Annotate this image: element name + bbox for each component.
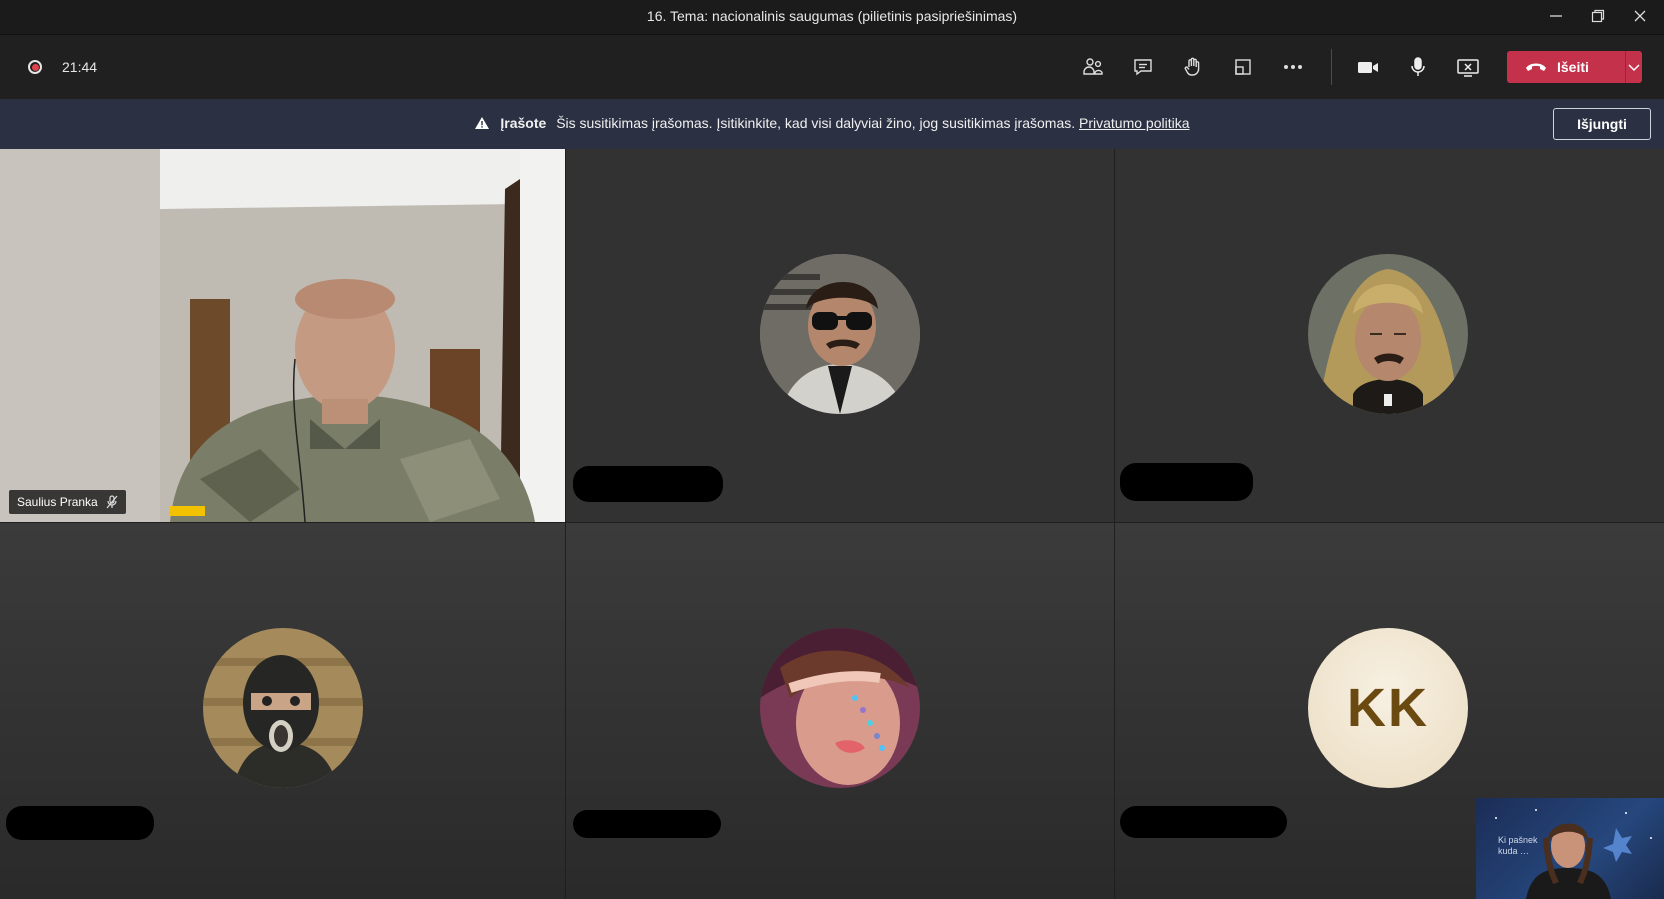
banner-title: Įrašote [500,115,547,131]
participant-tile[interactable] [566,523,1114,899]
mic-off-icon [106,495,118,509]
participant-name: Saulius Pranka [17,495,98,509]
share-icon [1457,59,1479,77]
close-icon [1634,10,1646,22]
warning-icon [475,117,490,129]
participant-name-redacted [1120,806,1287,838]
hang-up-icon [1526,63,1546,71]
participant-name-redacted [6,806,154,840]
participant-tile[interactable] [566,149,1114,522]
recording-icon [28,60,42,74]
participant-name-redacted [573,810,721,838]
more-icon [1284,65,1302,69]
leave-main[interactable]: Išeiti [1507,59,1625,75]
svg-text:kuda …: kuda … [1498,846,1529,856]
raise-hand-button[interactable] [1175,51,1211,83]
participant-name-redacted [573,466,723,502]
camera-button[interactable] [1350,51,1386,83]
share-screen-button[interactable] [1450,51,1486,83]
people-icon [1083,58,1103,75]
banner-message: Įrašote Šis susitikimas įrašomas. Įsitik… [0,115,1664,131]
participant-tile-video[interactable]: Saulius Pranka [0,149,565,522]
leave-button[interactable]: Išeiti [1507,51,1642,83]
restore-icon [1591,9,1605,23]
microphone-button[interactable] [1400,51,1436,83]
participant-name-tag: Saulius Pranka [9,490,126,514]
minimize-icon [1550,15,1562,17]
title-bar: 16. Tema: nacionalinis saugumas (pilieti… [0,0,1664,35]
leave-options-button[interactable] [1626,62,1642,72]
self-view-video[interactable]: Ki pašnek kuda … [1476,798,1664,899]
participant-video [0,149,565,522]
more-actions-button[interactable] [1275,51,1311,83]
banner-text: Šis susitikimas įrašomas. Įsitikinkite, … [556,115,1076,131]
view-icon [1235,59,1251,75]
participant-tile[interactable] [1115,149,1664,522]
meeting-toolbar: 21:44 Išeiti [0,35,1664,99]
turn-off-button[interactable]: Išjungti [1553,108,1651,140]
chevron-down-icon [1628,64,1640,72]
privacy-policy-link[interactable]: Privatumo politika [1079,115,1190,131]
camera-icon [1358,62,1378,73]
meeting-timer: 21:44 [62,59,98,75]
svg-text:Ki pašnek: Ki pašnek [1498,835,1538,845]
chat-button[interactable] [1125,51,1161,83]
participant-initials: KK [1347,678,1429,738]
close-button[interactable] [1619,0,1661,32]
maximize-button[interactable] [1577,0,1619,32]
minimize-button[interactable] [1535,0,1577,32]
window-title: 16. Tema: nacionalinis saugumas (pilieti… [646,8,1018,24]
participant-avatar: KK [1308,628,1468,788]
self-view-image: Ki pašnek kuda … [1495,809,1652,899]
leave-label: Išeiti [1557,59,1589,75]
participant-avatar [760,254,920,414]
participant-tile[interactable] [0,523,565,899]
chat-icon [1134,59,1152,76]
mic-icon [1411,57,1425,76]
toolbar-divider [1331,49,1332,85]
participant-avatar [760,628,920,788]
participant-grid: Saulius Pranka KK [0,149,1664,899]
participants-button[interactable] [1075,51,1111,83]
recording-banner: Įrašote Šis susitikimas įrašomas. Įsitik… [0,99,1664,149]
participant-name-redacted [1120,463,1253,501]
view-button[interactable] [1225,51,1261,83]
participant-avatar [1308,254,1468,414]
participant-avatar [203,628,363,788]
raise-hand-icon [1184,57,1200,76]
